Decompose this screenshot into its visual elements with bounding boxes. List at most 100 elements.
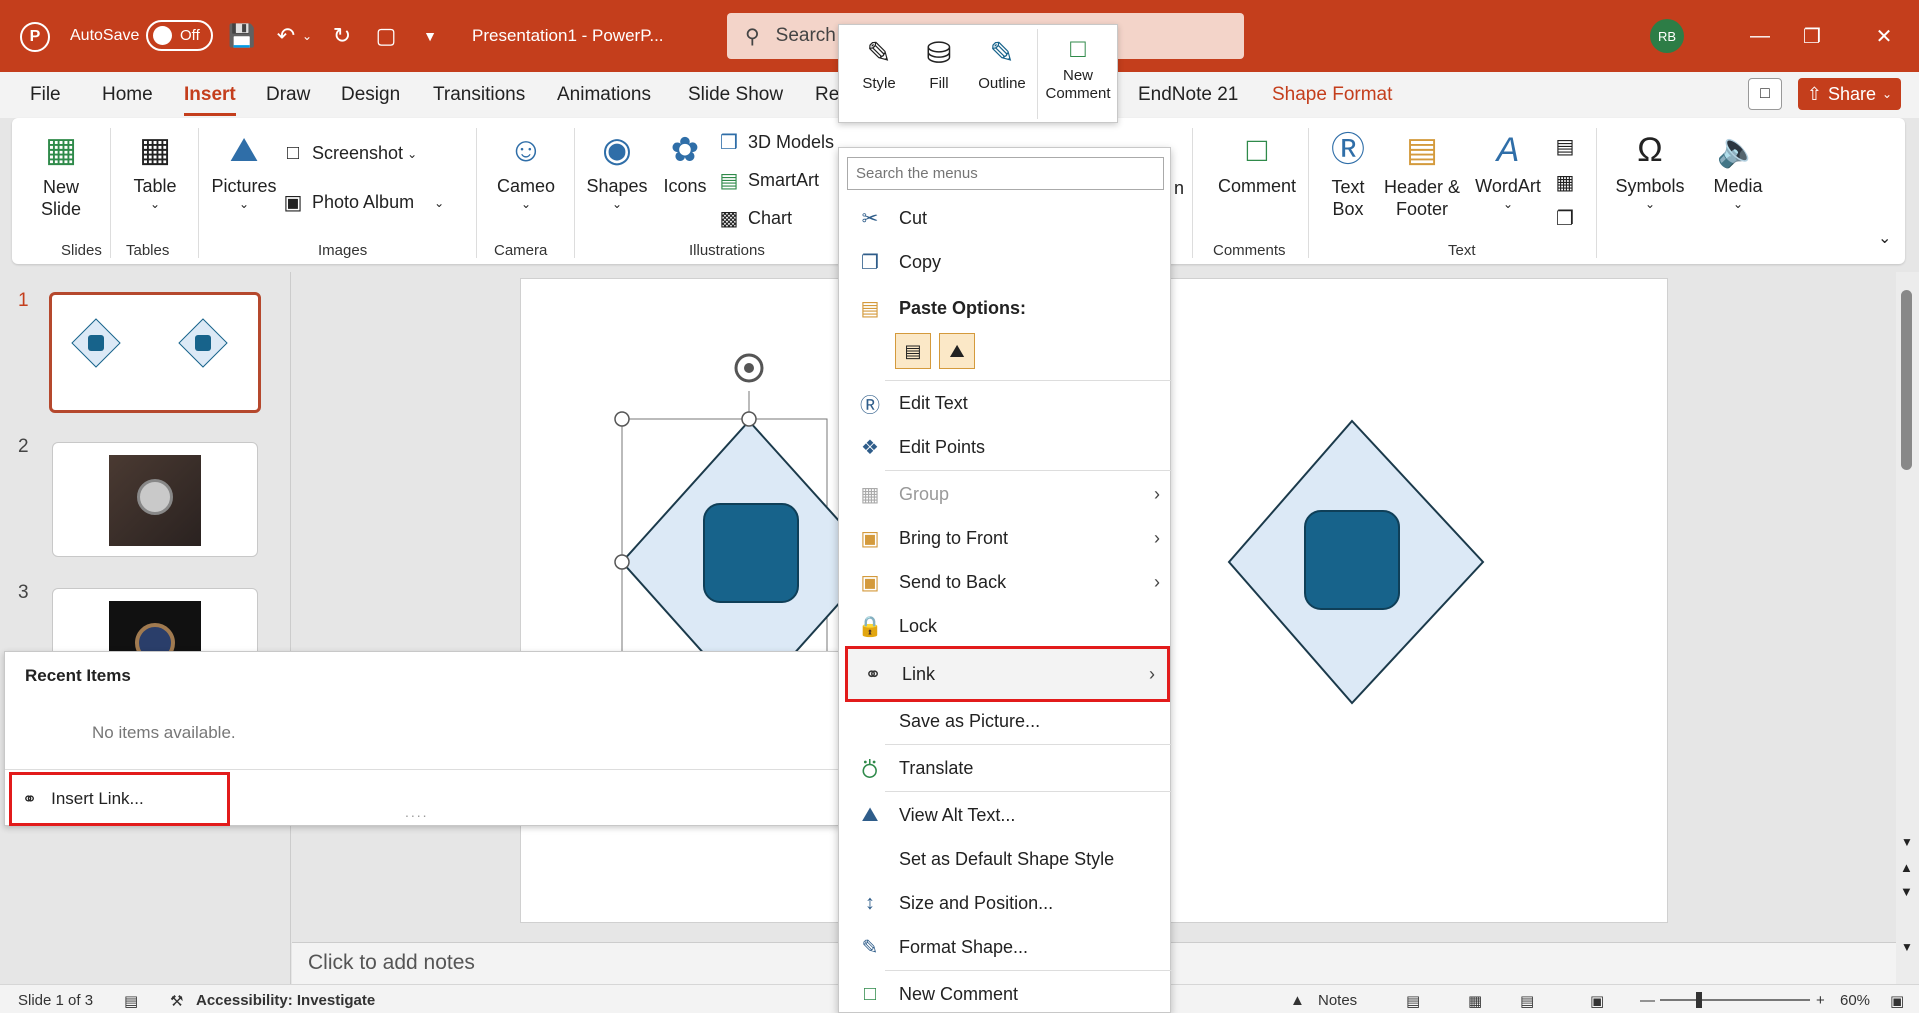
fill-button[interactable]: ⛁ Fill (913, 33, 965, 92)
symbols-label: Symbols (1615, 176, 1685, 196)
date-time-icon[interactable]: ▤ (1552, 134, 1584, 159)
slide-thumbnail-2[interactable] (52, 442, 258, 557)
comment-button[interactable]: □ Comment (1202, 128, 1312, 197)
link-item[interactable]: ⚭ Link › (845, 646, 1170, 702)
tab-insert[interactable]: Insert (184, 84, 236, 106)
spelling-icon[interactable]: ▤ (124, 992, 138, 1010)
paste-keep-formatting-icon[interactable]: ▤ (895, 333, 931, 369)
comments-icon[interactable]: □ (1748, 78, 1782, 110)
media-button[interactable]: 🔈 Media ⌄ (1698, 128, 1778, 211)
send-to-back-item[interactable]: ▣ Send to Back › (839, 562, 1172, 602)
fit-to-window-icon[interactable]: ▣ (1890, 992, 1904, 1010)
redo-icon[interactable]: ↻ (326, 20, 358, 52)
menu-separator (885, 380, 1172, 381)
present-icon[interactable]: ▢ (370, 20, 402, 52)
table-button[interactable]: ▦ Table ⌄ (120, 128, 190, 211)
tab-animations[interactable]: Animations (557, 84, 651, 106)
minimize-icon[interactable]: — (1742, 20, 1778, 52)
save-icon[interactable]: 💾 (226, 20, 258, 52)
translate-item[interactable]: ⛣ Translate (839, 748, 1172, 788)
normal-view-icon[interactable]: ▤ (1406, 992, 1420, 1010)
header-footer-button[interactable]: ▤ Header & Footer (1380, 128, 1464, 220)
zoom-out-icon[interactable]: — (1640, 992, 1655, 1009)
resize-grip-icon[interactable]: .... (405, 804, 429, 820)
format-shape-item[interactable]: ✎ Format Shape... (839, 927, 1172, 967)
insert-link-item[interactable]: ⚭ Insert Link... (9, 772, 230, 826)
mini-toolbar: ✎ Style ⛁ Fill ✎ Outline □ New Comment (838, 24, 1118, 123)
avatar[interactable]: RB (1650, 19, 1684, 53)
edit-text-label: Edit Text (899, 392, 968, 413)
group-item[interactable]: ▦ Group › (839, 474, 1172, 514)
restore-icon[interactable]: ❐ (1794, 20, 1830, 52)
view-alt-text-item[interactable]: ⛰ View Alt Text... (839, 795, 1172, 835)
tab-endnote[interactable]: EndNote 21 (1138, 84, 1238, 106)
wordart-button[interactable]: A WordArt ⌄ (1468, 128, 1548, 211)
tab-draw[interactable]: Draw (266, 84, 310, 106)
right-rounded-square (1304, 510, 1400, 610)
tab-design[interactable]: Design (341, 84, 400, 106)
new-comment-button[interactable]: □ New Comment (1043, 29, 1113, 103)
paste-picture-icon[interactable]: ⛰ (939, 333, 975, 369)
collapse-ribbon-icon[interactable]: ⌄ (1878, 228, 1891, 248)
symbols-button[interactable]: Ω Symbols ⌄ (1604, 128, 1696, 211)
customize-qat-icon[interactable]: ▼ (414, 20, 446, 52)
size-position-item[interactable]: ↕ Size and Position... (839, 883, 1172, 923)
scroll-down-icon[interactable]: ▼ (1901, 835, 1913, 849)
header-footer-icon: ▤ (1405, 131, 1439, 169)
text-box-button[interactable]: Ⓡ Text Box (1320, 128, 1376, 220)
zoom-level[interactable]: 60% (1840, 992, 1870, 1009)
accessibility-status[interactable]: Accessibility: Investigate (196, 992, 375, 1009)
autosave-toggle[interactable]: Off (146, 20, 213, 51)
zoom-in-icon[interactable]: + (1816, 992, 1825, 1009)
outline-button[interactable]: ✎ Outline (971, 33, 1033, 92)
link-submenu: Recent Items No items available. ⚭ Inser… (4, 651, 841, 826)
screenshot-button[interactable]: □ Screenshot ⌄ (280, 142, 417, 165)
save-as-picture-item[interactable]: Save as Picture... (839, 701, 1172, 741)
slideshow-icon[interactable]: ▣ (1590, 992, 1604, 1010)
edit-points-item[interactable]: ❖ Edit Points (839, 427, 1172, 467)
bring-to-front-item[interactable]: ▣ Bring to Front › (839, 518, 1172, 558)
reading-view-icon[interactable]: ▤ (1520, 992, 1534, 1010)
tab-transitions[interactable]: Transitions (433, 84, 525, 106)
clipboard-icon: ▤ (860, 297, 880, 320)
pictures-button[interactable]: ⛰ Pictures ⌄ (204, 128, 284, 211)
close-icon[interactable]: ✕ (1866, 20, 1902, 52)
tab-file[interactable]: File (30, 84, 61, 106)
edit-text-item[interactable]: Ⓡ Edit Text (839, 383, 1172, 423)
set-default-style-item[interactable]: Set as Default Shape Style (839, 839, 1172, 879)
tab-review[interactable]: Re (815, 84, 839, 106)
new-slide-button[interactable]: ▦ New Slide (26, 128, 96, 220)
vertical-scrollbar[interactable]: ▼ ▲ ▼ ▼ (1896, 272, 1919, 984)
cameo-button[interactable]: ☺ Cameo ⌄ (486, 128, 566, 211)
menu-search-input[interactable] (847, 157, 1164, 190)
icons-button[interactable]: ✿ Icons (652, 128, 718, 197)
smartart-button[interactable]: ▤ SmartArt (716, 168, 819, 193)
tab-shape-format[interactable]: Shape Format (1272, 84, 1392, 106)
cut-item[interactable]: ✂ Cut (839, 198, 1172, 238)
slide-sorter-icon[interactable]: ▦ (1468, 992, 1482, 1010)
undo-dropdown-icon[interactable]: ⌄ (300, 20, 314, 52)
photo-album-button[interactable]: ▣ Photo Album ⌄ (280, 190, 445, 215)
lock-item[interactable]: 🔒 Lock (839, 606, 1172, 646)
copy-item[interactable]: ❐ Copy (839, 242, 1172, 282)
zoom-slider[interactable] (1660, 992, 1810, 1008)
3d-models-button[interactable]: ❒ 3D Models (716, 130, 834, 155)
notes-toggle[interactable]: Notes (1318, 992, 1357, 1009)
tab-home[interactable]: Home (102, 84, 153, 106)
scroll-down-icon[interactable]: ▼ (1901, 940, 1913, 954)
slide-number-icon[interactable]: ▦ (1552, 170, 1584, 195)
next-slide-icon[interactable]: ▼ (1900, 884, 1913, 899)
previous-slide-icon[interactable]: ▲ (1900, 860, 1913, 875)
slide-thumbnail-1[interactable] (49, 292, 261, 413)
notes-toggle-icon[interactable]: ▲ (1290, 992, 1305, 1009)
tab-slide-show[interactable]: Slide Show (688, 84, 783, 106)
object-icon[interactable]: ❐ (1552, 206, 1584, 231)
chart-button[interactable]: ▩ Chart (716, 206, 792, 231)
accessibility-icon[interactable]: ⚒ (170, 992, 183, 1010)
new-comment-item[interactable]: □ New Comment (839, 974, 1172, 1013)
undo-icon[interactable]: ↶ (270, 20, 302, 52)
shapes-button[interactable]: ◉ Shapes ⌄ (582, 128, 652, 211)
style-button[interactable]: ✎ Style (853, 33, 905, 92)
share-button[interactable]: ⇧ Share ⌄ (1798, 78, 1901, 110)
scrollbar-thumb[interactable] (1901, 290, 1912, 470)
